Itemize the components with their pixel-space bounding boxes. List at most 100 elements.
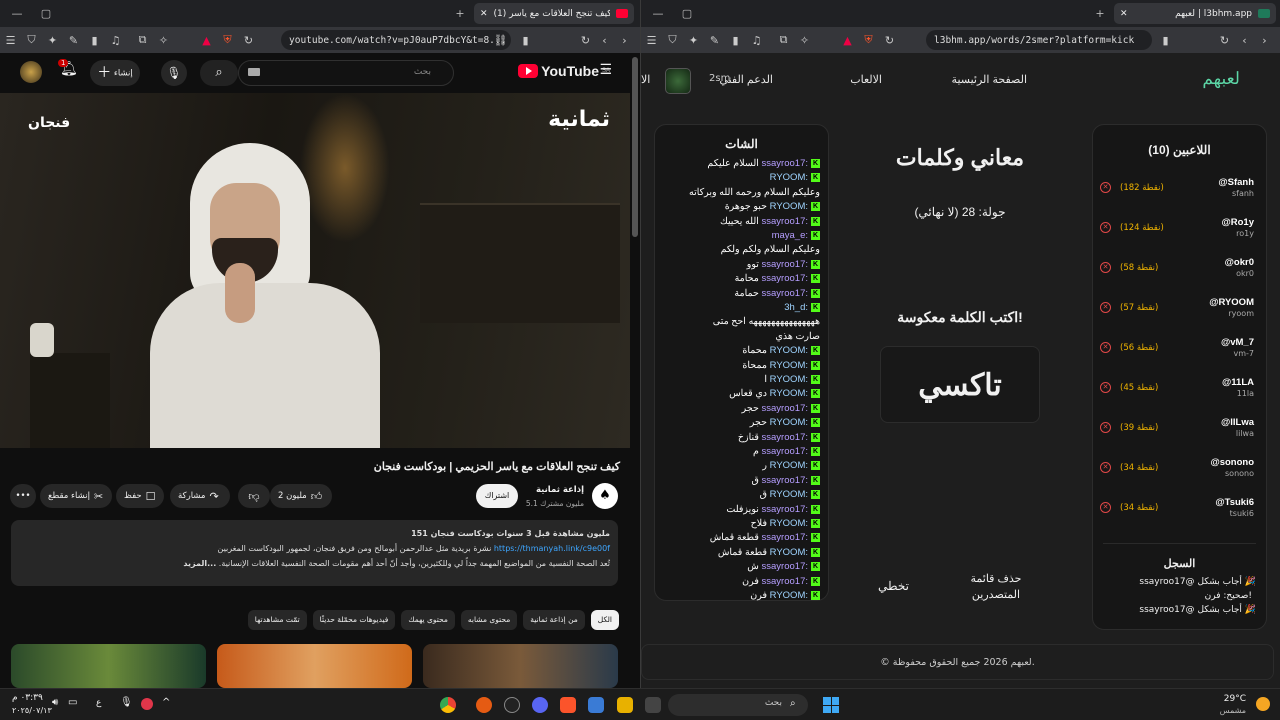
remove-player-icon[interactable]: ✕ — [1100, 182, 1111, 193]
menu-icon[interactable]: ☰ — [641, 34, 662, 47]
delete-leaderboard-button[interactable]: حذف قائمة المتصدرين — [960, 571, 1032, 603]
keyboard-icon[interactable] — [248, 68, 260, 76]
chat-username[interactable]: ssayroo17: — [762, 432, 808, 443]
chat-username[interactable]: ssayroo17: — [762, 576, 808, 587]
chat-username[interactable]: ssayroo17: — [762, 288, 808, 299]
dislike-button[interactable]: 👎︎ — [238, 484, 270, 508]
remove-player-icon[interactable]: ✕ — [1100, 502, 1111, 513]
chat-username[interactable]: RYOOM: — [770, 590, 808, 601]
skip-button[interactable]: تخطي — [871, 579, 916, 593]
rewards-icon[interactable]: ▲ — [196, 34, 217, 47]
remove-player-icon[interactable]: ✕ — [1100, 382, 1111, 393]
app-icon[interactable] — [476, 697, 492, 713]
thumbnail-2[interactable] — [217, 644, 412, 688]
minimize-icon[interactable]: — — [6, 7, 28, 20]
music-icon[interactable]: ♫ — [105, 34, 126, 47]
chip-watched[interactable]: تمّت مشاهدتها — [247, 610, 307, 630]
file-explorer-icon[interactable] — [617, 697, 633, 713]
nav-home[interactable]: الصفحة الرئيسية — [952, 73, 1027, 86]
channel-name[interactable]: إذاعة ثمانية — [536, 485, 584, 495]
chat-username[interactable]: ssayroo17: — [762, 532, 808, 543]
tray-app-icon[interactable] — [141, 698, 153, 710]
brave-shield-icon[interactable]: ⛨ — [217, 33, 238, 47]
nav-games[interactable]: الالعاب — [850, 73, 882, 86]
brave-icon[interactable] — [560, 697, 576, 713]
chip-recent[interactable]: فيديوهات محمّلة حديثًا — [312, 610, 396, 630]
microphone-icon[interactable]: 🎙︎ — [120, 697, 133, 708]
active-tab[interactable]: ✕ لعبهم | l3bhm.app — [1114, 3, 1276, 24]
remove-player-icon[interactable]: ✕ — [1100, 422, 1111, 433]
rewards-icon[interactable]: ▲ — [837, 34, 858, 47]
address-bar[interactable]: l3bhm.app/words/2smer?platform=kick — [926, 30, 1152, 50]
subscribe-button[interactable]: اشتراك — [476, 484, 518, 508]
more-actions-button[interactable]: ••• — [10, 484, 36, 508]
chrome-icon[interactable] — [440, 697, 456, 713]
thumbnail-3[interactable] — [11, 644, 206, 688]
chat-username[interactable]: RYOOM: — [770, 417, 808, 428]
chat-username[interactable]: RYOOM: — [770, 460, 808, 471]
back-icon[interactable]: ‹ — [1234, 34, 1255, 47]
scrollbar[interactable] — [632, 57, 638, 237]
close-tab-icon[interactable]: ✕ — [480, 9, 488, 19]
mic-icon[interactable]: 🎙︎ — [161, 60, 187, 86]
chat-username[interactable]: RYOOM: — [770, 388, 808, 399]
address-bar[interactable]: youtube.com/watch?v=pJ0auP7dbcY&t=8... — [281, 30, 511, 50]
taskbar-search[interactable]: بحث — [668, 694, 808, 716]
task-view-icon[interactable] — [645, 697, 661, 713]
thumbnail-1[interactable] — [423, 644, 618, 688]
clock-date[interactable]: ٢٠٢٥/٠٧/١٣ — [12, 706, 52, 715]
refresh-icon[interactable]: ↻ — [1214, 34, 1235, 47]
remove-player-icon[interactable]: ✕ — [1100, 302, 1111, 313]
volume-icon[interactable]: 🔊︎ — [52, 697, 58, 708]
puzzle-icon[interactable]: ✧ — [153, 34, 174, 47]
chat-username[interactable]: RYOOM: — [770, 345, 808, 356]
share-button[interactable]: مشاركة ↷ — [170, 484, 230, 508]
copy-link-icon[interactable]: ⛓ — [490, 34, 511, 47]
chat-username[interactable]: maya_e: — [772, 230, 808, 241]
remove-player-icon[interactable]: ✕ — [1100, 222, 1111, 233]
description-link[interactable]: https://thmanyah.link/c9e00f — [494, 544, 610, 553]
remove-player-icon[interactable]: ✕ — [1100, 262, 1111, 273]
nav-more[interactable]: الا — [641, 73, 657, 86]
weather-icon[interactable] — [1256, 697, 1270, 711]
site-logo[interactable]: لعبهم — [1202, 69, 1240, 89]
menu-icon[interactable]: ☰ — [0, 34, 21, 47]
active-tab[interactable]: ✕ (1) كيف تنجح العلاقات مع ياسر — [474, 3, 634, 24]
chip-from-channel[interactable]: من إذاعة ثمانية — [523, 610, 585, 630]
extension-icon[interactable]: ✦ — [683, 34, 704, 47]
chat-username[interactable]: RYOOM: — [770, 360, 808, 371]
pen-icon[interactable]: ✎ — [704, 34, 725, 47]
puzzle-icon[interactable]: ✧ — [794, 34, 815, 47]
hamburger-menu-icon[interactable]: ☰ — [599, 62, 612, 78]
network-icon[interactable]: ▭ — [68, 697, 77, 708]
search-button[interactable]: ⌕ — [200, 60, 238, 86]
chip-all[interactable]: الكل — [590, 610, 619, 630]
video-player[interactable]: ثمانية فنجان — [0, 93, 630, 448]
reload-icon[interactable]: ↻ — [879, 34, 900, 47]
user-avatar[interactable] — [665, 68, 691, 94]
search-input[interactable]: بحث — [238, 60, 454, 86]
chat-username[interactable]: 3h_d: — [784, 302, 808, 313]
new-tab-icon[interactable]: + — [449, 7, 471, 20]
minimize-icon[interactable]: — — [647, 7, 669, 20]
bookmark-icon[interactable]: ▮ — [515, 34, 536, 47]
chat-username[interactable]: ssayroo17: — [762, 259, 808, 270]
store-icon[interactable] — [588, 697, 604, 713]
start-button[interactable] — [823, 697, 839, 713]
refresh-icon[interactable]: ↻ — [575, 34, 596, 47]
forward-icon[interactable]: › — [1254, 34, 1275, 47]
pen-icon[interactable]: ✎ — [63, 34, 84, 47]
chat-username[interactable]: RYOOM: — [770, 489, 808, 500]
remove-player-icon[interactable]: ✕ — [1100, 462, 1111, 473]
clock-app-icon[interactable] — [504, 697, 520, 713]
description-box[interactable]: 151 مليون مشاهدة قبل 3 سنوات بودكاست فنج… — [11, 520, 618, 586]
chat-username[interactable]: ssayroo17: — [762, 504, 808, 515]
back-icon[interactable]: ‹ — [594, 34, 615, 47]
reload-icon[interactable]: ↻ — [238, 34, 259, 47]
chat-username[interactable]: ssayroo17: — [762, 273, 808, 284]
clock-time[interactable]: ٠٣:٣٩ م — [12, 693, 43, 703]
chat-username[interactable]: ssayroo17: — [762, 475, 808, 486]
close-tab-icon[interactable]: ✕ — [1120, 9, 1128, 19]
save-button[interactable]: حفظ ☐ — [116, 484, 164, 508]
screenshot-icon[interactable]: ⧉ — [132, 33, 153, 47]
